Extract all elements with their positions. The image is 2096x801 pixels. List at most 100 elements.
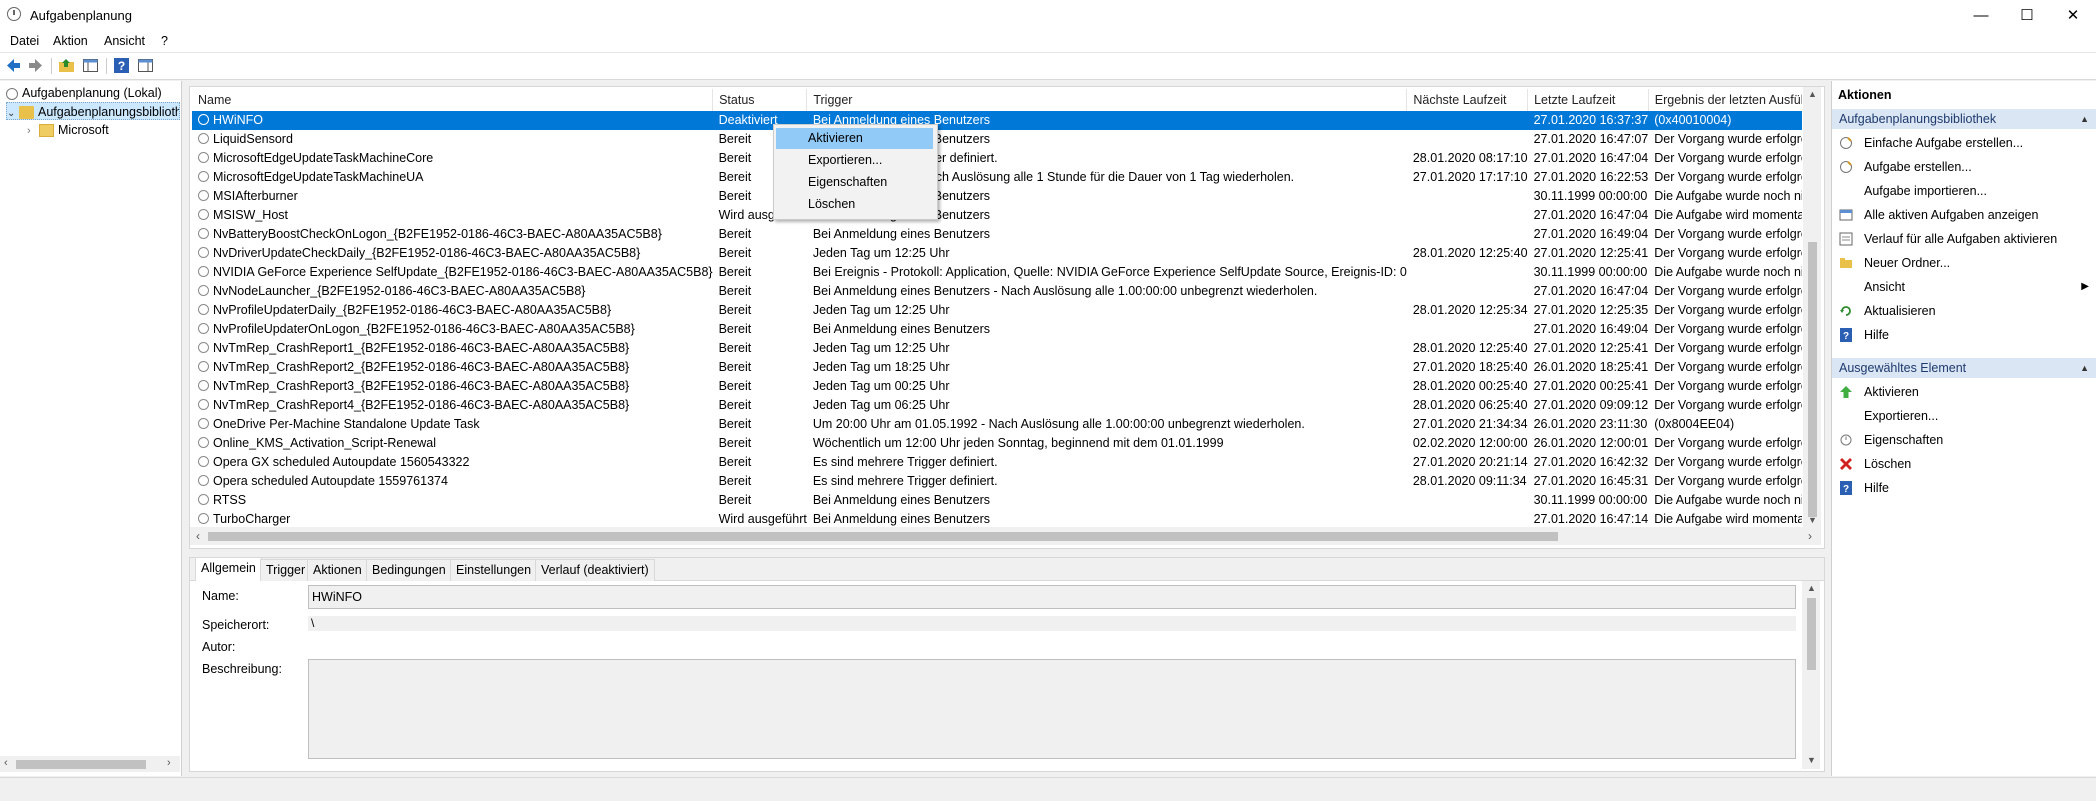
scroll-up-icon[interactable]: ▲ — [1807, 583, 1816, 593]
name-field[interactable]: HWiNFO — [308, 585, 1796, 609]
task-row[interactable]: NvTmRep_CrashReport4_{B2FE1952-0186-46C3… — [192, 396, 1802, 415]
tab-trigger[interactable]: Trigger — [260, 559, 312, 581]
scroll-right-icon[interactable]: › — [1808, 529, 1812, 543]
action-items1-3[interactable]: Alle aktiven Aufgaben anzeigen — [1832, 203, 2096, 227]
action-items1-6[interactable]: Ansicht ▶ — [1832, 275, 2096, 299]
tree-horizontal-scrollbar[interactable]: ‹ › — [0, 756, 180, 772]
action-items2-0[interactable]: Aktivieren — [1832, 380, 2096, 404]
scroll-down-icon[interactable]: ▼ — [1807, 755, 1816, 765]
task-clock-icon — [198, 380, 209, 392]
running-tasks-icon — [1839, 209, 1853, 221]
detail-vertical-scrollbar[interactable]: ▲ ▼ — [1802, 581, 1820, 769]
action-items1-4[interactable]: Verlauf für alle Aufgaben aktivieren — [1832, 227, 2096, 251]
scroll-right-icon[interactable]: › — [167, 757, 171, 769]
collapse-triangle-icon[interactable]: ▲ — [2080, 109, 2089, 129]
task-row[interactable]: NvBatteryBoostCheckOnLogon_{B2FE1952-018… — [192, 225, 1802, 244]
detail-scroll-thumb[interactable] — [1807, 598, 1816, 670]
column-header-trigger[interactable]: Trigger — [806, 89, 1408, 111]
task-row[interactable]: NvDriverUpdateCheckDaily_{B2FE1952-0186-… — [192, 244, 1802, 263]
action-items1-2[interactable]: Aufgabe importieren... — [1832, 179, 2096, 203]
tab-aktionen[interactable]: Aktionen — [307, 559, 368, 581]
task-row[interactable]: NvProfileUpdaterOnLogon_{B2FE1952-0186-4… — [192, 320, 1802, 339]
task-row[interactable]: TurboCharger Wird ausgeführt Bei Anmeldung… — [192, 510, 1802, 526]
column-header-next-run[interactable]: Nächste Laufzeit — [1406, 89, 1529, 111]
task-table-body: HWiNFO Deaktiviert Bei Anmeldung eines Ben… — [192, 111, 1802, 526]
show-actions-pane-icon[interactable] — [137, 57, 154, 74]
minimize-button[interactable]: — — [1958, 0, 2004, 31]
column-header-last-result[interactable]: Ergebnis der letzten Ausführung — [1648, 89, 1802, 111]
column-header-status[interactable]: Status — [712, 89, 808, 111]
menu-ansicht[interactable]: Ansicht — [104, 34, 145, 48]
scroll-down-icon[interactable]: ▼ — [1808, 515, 1817, 525]
task-name-text: NvProfileUpdaterDaily_{B2FE1952-0186-46C… — [213, 303, 612, 317]
task-table: Name Status Trigger Nächste Laufzeit Let… — [192, 89, 1802, 526]
task-row[interactable]: NVIDIA GeForce Experience SelfUpdate_{B2… — [192, 263, 1802, 282]
action-items1-0[interactable]: Einfache Aufgabe erstellen... — [1832, 131, 2096, 155]
section-header-selected[interactable]: Ausgewähltes Element ▲ — [1832, 358, 2096, 378]
scroll-left-icon[interactable]: ‹ — [4, 757, 8, 769]
back-arrow-icon[interactable] — [5, 57, 22, 74]
action-items1-7[interactable]: Aktualisieren — [1832, 299, 2096, 323]
action-items2-4[interactable]: ? Hilfe — [1832, 476, 2096, 500]
task-row[interactable]: LiquidSensordBereitBei Anmeldung eines B… — [192, 130, 1802, 149]
ctx-export[interactable]: Exportieren... — [776, 150, 933, 171]
task-row[interactable]: MSIAfterburnerBereitBei Anmeldung eines … — [192, 187, 1802, 206]
menu-aktion[interactable]: Aktion — [53, 34, 88, 48]
task-row[interactable]: Opera scheduled Autoupdate 1559761374 Ber… — [192, 472, 1802, 491]
task-row[interactable]: MicrosoftEdgeUpdateTaskMachineCore Bereit… — [192, 149, 1802, 168]
scroll-up-icon[interactable]: ▲ — [1808, 89, 1817, 99]
ctx-delete[interactable]: Löschen — [776, 194, 933, 215]
task-row[interactable]: NvProfileUpdaterDaily_{B2FE1952-0186-46C… — [192, 301, 1802, 320]
help-icon[interactable]: ? — [113, 57, 130, 74]
tab-allgemein[interactable]: Allgemein — [195, 557, 262, 581]
task-list-scroll-thumb[interactable] — [1808, 242, 1817, 517]
forward-arrow-icon[interactable] — [27, 57, 44, 74]
action-items2-3[interactable]: Löschen — [1832, 452, 2096, 476]
folder-up-icon[interactable] — [58, 57, 75, 74]
action-items2-2[interactable]: Eigenschaften — [1832, 428, 2096, 452]
task-row[interactable]: NvTmRep_CrashReport2_{B2FE1952-0186-46C3… — [192, 358, 1802, 377]
task-row[interactable]: NvTmRep_CrashReport1_{B2FE1952-0186-46C3… — [192, 339, 1802, 358]
collapse-triangle-icon[interactable]: ▲ — [2080, 358, 2089, 378]
task-row[interactable]: Online_KMS_Activation_Script-Renewal Bere… — [192, 434, 1802, 453]
tree-item-microsoft[interactable]: › Microsoft — [27, 121, 109, 139]
column-header-name[interactable]: Name — [192, 89, 714, 111]
ctx-activate[interactable]: Aktivieren — [776, 128, 933, 149]
task-row[interactable]: MSISW_HostWird ausgeführtBei Anmeldung e… — [192, 206, 1802, 225]
action-items1-5[interactable]: Neuer Ordner... — [1832, 251, 2096, 275]
task-row[interactable]: HWiNFO Deaktiviert Bei Anmeldung eines Ben… — [192, 111, 1802, 130]
new-folder-icon — [1840, 258, 1852, 268]
collapse-chevron-icon[interactable]: › — [27, 122, 39, 140]
show-hide-tree-icon[interactable] — [82, 57, 99, 74]
section-header-library[interactable]: Aufgabenplanungsbibliothek ▲ — [1832, 109, 2096, 129]
maximize-button[interactable]: ☐ — [2004, 0, 2050, 31]
task-row[interactable]: MicrosoftEdgeUpdateTaskMachineUA Bereit Tä… — [192, 168, 1802, 187]
tab-verlauf[interactable]: Verlauf (deaktiviert) — [535, 559, 655, 581]
tree-scroll-thumb[interactable] — [16, 760, 146, 769]
description-field[interactable] — [308, 659, 1796, 759]
action-items1-1[interactable]: Aufgabe erstellen... — [1832, 155, 2096, 179]
task-list-vertical-scrollbar[interactable]: ▲ ▼ — [1803, 87, 1821, 527]
task-row[interactable]: OneDrive Per-Machine Standalone Update T… — [192, 415, 1802, 434]
task-cell-last-result: (0x8004EE04) — [1654, 417, 1735, 431]
action-items1-8[interactable]: ? Hilfe — [1832, 323, 2096, 347]
task-row[interactable]: Opera GX scheduled Autoupdate 1560543322… — [192, 453, 1802, 472]
close-button[interactable]: ✕ — [2050, 0, 2096, 31]
tab-einstellungen[interactable]: Einstellungen — [450, 559, 538, 581]
ctx-properties[interactable]: Eigenschaften — [776, 172, 933, 193]
action-items2-1[interactable]: Exportieren... — [1832, 404, 2096, 428]
task-list-horizontal-scrollbar[interactable]: ‹ › — [190, 527, 1821, 545]
menu-datei[interactable]: Datei — [10, 34, 39, 48]
column-header-last-run[interactable]: Letzte Laufzeit — [1527, 89, 1649, 111]
task-row[interactable]: RTSS Bereit Bei Anmeldung eines Benutzers 3… — [192, 491, 1802, 510]
tree-item-root[interactable]: Aufgabenplanung (Lokal) — [6, 84, 162, 102]
menu-help[interactable]: ? — [161, 34, 168, 48]
task-row[interactable]: NvNodeLauncher_{B2FE1952-0186-46C3-BAEC-… — [192, 282, 1802, 301]
expand-chevron-icon[interactable]: ⌄ — [7, 105, 19, 119]
scroll-left-icon[interactable]: ‹ — [196, 529, 200, 543]
tree-item-library[interactable]: ⌄ Aufgabenplanungsbibliothek — [6, 102, 180, 120]
task-cell-status: Bereit — [718, 246, 752, 260]
task-list-h-scroll-thumb[interactable] — [208, 532, 1558, 541]
tab-bedingungen[interactable]: Bedingungen — [366, 559, 452, 581]
task-row[interactable]: NvTmRep_CrashReport3_{B2FE1952-0186-46C3… — [192, 377, 1802, 396]
